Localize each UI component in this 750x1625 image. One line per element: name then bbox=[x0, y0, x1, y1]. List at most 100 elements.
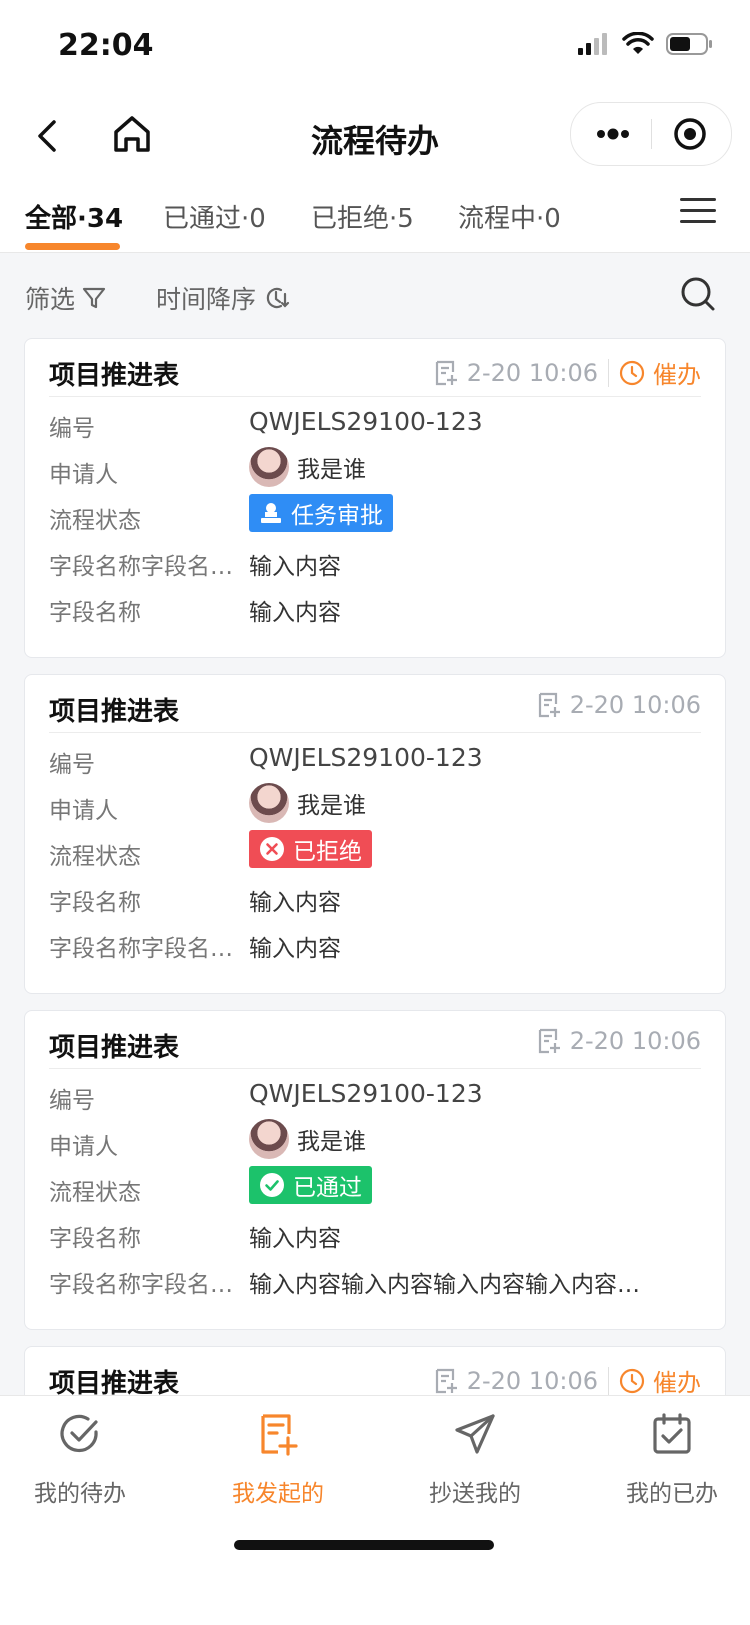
field-value: QWJELS29100-123 bbox=[249, 407, 483, 436]
applicant-name: 我是谁 bbox=[297, 457, 366, 483]
field-label: 编号 bbox=[49, 1088, 95, 1114]
form-icon bbox=[538, 692, 560, 718]
form-icon bbox=[435, 360, 457, 385]
bottom-tab-label: 我的待办 bbox=[34, 1481, 126, 1507]
status-tabs: 全部·34 已通过·0 已拒绝·5 流程中·0 bbox=[0, 180, 750, 253]
applicant: 我是谁 bbox=[249, 1119, 366, 1159]
filter-button[interactable]: 筛选 bbox=[25, 280, 107, 316]
process-card[interactable]: 项目推进表 2-20 10:06 编号 QWJELS29100-123 申请人 … bbox=[24, 1010, 726, 1330]
meta-divider bbox=[608, 358, 609, 387]
field-label: 字段名称字段名称字段名称 bbox=[49, 936, 239, 962]
bottom-tab-my-done[interactable]: 我的已办 bbox=[612, 1412, 732, 1508]
field-label: 流程状态 bbox=[49, 844, 141, 870]
paper-plane-icon bbox=[455, 1414, 495, 1454]
funnel-icon bbox=[82, 287, 106, 309]
home-icon[interactable] bbox=[110, 112, 154, 156]
field-value: 输入内容输入内容输入内容输入内容输入内容 bbox=[249, 1272, 659, 1298]
field-label: 编号 bbox=[49, 752, 95, 778]
field-label: 字段名称 bbox=[49, 1226, 141, 1252]
bottom-tab-label: 我发起的 bbox=[232, 1481, 324, 1507]
bottom-tab-bar: 我的待办 我发起的 抄送我的 我的已办 bbox=[0, 1395, 750, 1625]
filter-label: 筛选 bbox=[25, 285, 76, 314]
avatar bbox=[249, 1119, 289, 1159]
status-badge-label: 已拒绝 bbox=[293, 839, 362, 865]
field-label: 流程状态 bbox=[49, 1180, 141, 1206]
clock-icon bbox=[619, 1368, 645, 1393]
check-circle-icon bbox=[260, 1173, 284, 1197]
avatar bbox=[249, 783, 289, 823]
applicant: 我是谁 bbox=[249, 447, 366, 487]
bottom-tab-cc-me[interactable]: 抄送我的 bbox=[415, 1412, 535, 1508]
back-icon[interactable] bbox=[30, 114, 66, 158]
tab-in-progress[interactable]: 流程中·0 bbox=[458, 198, 561, 235]
status-icons bbox=[576, 32, 714, 56]
field-label: 字段名称字段名称字段名称 bbox=[49, 554, 239, 580]
process-card[interactable]: 项目推进表 2-20 10:06 编号 QWJELS29100-123 申请人 … bbox=[24, 674, 726, 994]
applicant-name: 我是谁 bbox=[297, 1129, 366, 1155]
more-icon[interactable] bbox=[593, 119, 633, 149]
status-bar: 22:04 bbox=[0, 0, 750, 92]
close-target-icon[interactable] bbox=[673, 117, 707, 151]
user-stamp-icon bbox=[261, 503, 281, 523]
field-value: 输入内容 bbox=[249, 890, 341, 916]
urge-label: 催办 bbox=[653, 1369, 701, 1397]
sort-label: 时间降序 bbox=[156, 285, 257, 314]
applicant: 我是谁 bbox=[249, 783, 366, 823]
field-value: 输入内容 bbox=[249, 600, 341, 626]
tab-all[interactable]: 全部·34 bbox=[25, 198, 123, 235]
urge-button[interactable]: 催办 bbox=[619, 355, 701, 390]
field-label: 流程状态 bbox=[49, 508, 141, 534]
tab-rejected[interactable]: 已拒绝·5 bbox=[311, 198, 414, 235]
close-circle-icon bbox=[260, 837, 284, 861]
field-value: 输入内容 bbox=[249, 554, 341, 580]
field-value: 输入内容 bbox=[249, 1226, 341, 1252]
field-label: 字段名称字段名称字段名称 bbox=[49, 1272, 239, 1298]
field-value: 输入内容 bbox=[249, 936, 341, 962]
process-card[interactable]: 项目推进表 2-20 10:06 催办 编号 QWJELS29100-123 申… bbox=[24, 338, 726, 658]
status-time: 22:04 bbox=[58, 28, 154, 63]
sort-icon bbox=[266, 287, 290, 309]
bottom-tab-my-todo[interactable]: 我的待办 bbox=[20, 1412, 140, 1508]
card-title: 项目推进表 bbox=[49, 697, 180, 727]
card-time: 2-20 10:06 bbox=[569, 691, 701, 719]
calendar-check-icon bbox=[653, 1413, 691, 1454]
tab-approved[interactable]: 已通过·0 bbox=[163, 198, 266, 235]
status-badge: 已通过 bbox=[249, 1166, 372, 1204]
card-time: 2-20 10:06 bbox=[466, 1366, 598, 1395]
form-icon bbox=[538, 1028, 560, 1054]
card-title: 项目推进表 bbox=[49, 361, 180, 391]
field-label: 申请人 bbox=[49, 798, 118, 824]
status-badge-label: 已通过 bbox=[293, 1175, 362, 1201]
bottom-tab-label: 我的已办 bbox=[626, 1481, 718, 1507]
status-badge: 已拒绝 bbox=[249, 830, 372, 868]
applicant-name: 我是谁 bbox=[297, 793, 366, 819]
card-meta: 2-20 10:06 催办 bbox=[433, 355, 701, 390]
bottom-tab-initiated[interactable]: 我发起的 bbox=[218, 1412, 338, 1508]
mini-program-capsule bbox=[570, 102, 732, 166]
bottom-tab-label: 抄送我的 bbox=[429, 1481, 521, 1507]
meta-divider bbox=[608, 1366, 609, 1395]
card-meta: 2-20 10:06 催办 bbox=[433, 1363, 701, 1398]
field-label: 字段名称 bbox=[49, 600, 141, 626]
status-badge: 任务审批 bbox=[249, 494, 393, 532]
field-label: 编号 bbox=[49, 416, 95, 442]
card-divider bbox=[49, 396, 701, 397]
status-badge-label: 任务审批 bbox=[291, 503, 383, 529]
doc-add-icon bbox=[261, 1414, 298, 1456]
card-title: 项目推进表 bbox=[49, 1033, 180, 1063]
field-label: 字段名称 bbox=[49, 890, 141, 916]
urge-label: 催办 bbox=[653, 361, 701, 389]
card-divider bbox=[49, 732, 701, 733]
check-circle-icon bbox=[60, 1414, 98, 1453]
search-icon[interactable] bbox=[680, 276, 716, 312]
field-value: QWJELS29100-123 bbox=[249, 743, 483, 772]
form-icon bbox=[435, 1368, 457, 1393]
avatar bbox=[249, 447, 289, 487]
battery-icon bbox=[666, 33, 712, 55]
urge-button[interactable]: 催办 bbox=[619, 1363, 701, 1398]
sort-button[interactable]: 时间降序 bbox=[156, 280, 290, 316]
clock-icon bbox=[619, 360, 645, 385]
wifi-icon bbox=[622, 32, 654, 54]
capsule-divider bbox=[651, 119, 652, 149]
menu-icon[interactable] bbox=[680, 196, 716, 226]
